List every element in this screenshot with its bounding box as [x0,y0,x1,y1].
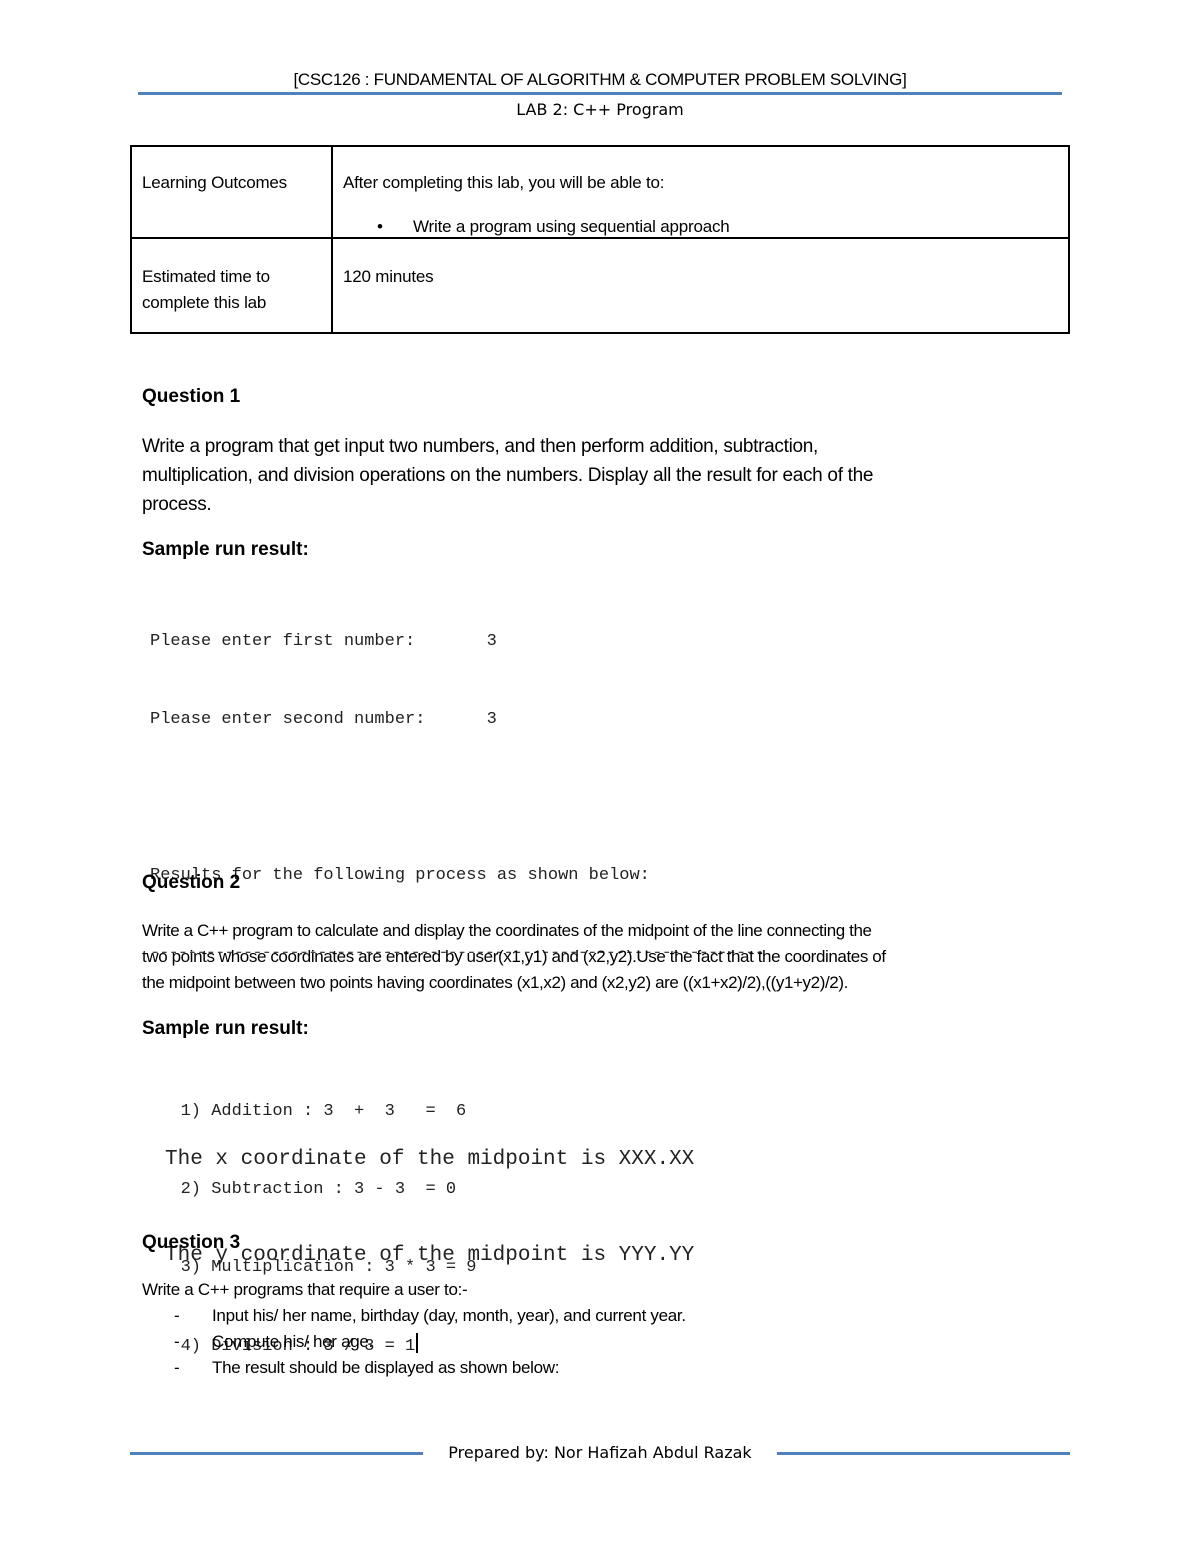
bullet-icon: • [377,217,383,236]
question-3-heading: Question 3 [142,1232,241,1253]
list-item-text: Input his/ her name, birthday (day, mont… [212,1306,686,1325]
question-2-body-line: the midpoint between two points having c… [142,973,848,992]
question-2-sample-label: Sample run result: [142,1018,309,1039]
header-divider [138,92,1062,95]
dash-bullet-icon: - [174,1306,180,1325]
question-2-body: Write a C++ program to calculate and dis… [142,918,1062,996]
question-3-intro: Write a C++ programs that require a user… [142,1280,468,1299]
list-item-text: Compute his/ her age. [212,1332,373,1351]
dash-bullet-icon: - [174,1332,180,1351]
console-line: Please enter first number: 3 [150,632,497,651]
estimated-time-label-line: complete this lab [142,293,267,312]
footer-divider-left [130,1452,423,1455]
learning-outcome-item: • Write a program using sequential appro… [343,217,1058,237]
console-line: Please enter second number: 3 [150,710,497,729]
learning-outcomes-label: Learning Outcomes [130,145,333,239]
question-2-sample-output: The x coordinate of the midpoint is XXX.… [165,1080,694,1304]
question-3-list-item: - The result should be displayed as show… [142,1355,686,1381]
question-1-body-line: process. [142,494,212,515]
question-2-body-line: two points whose coordinates are entered… [142,947,886,966]
console-line: The x coordinate of the midpoint is XXX.… [165,1148,695,1171]
lab-title: LAB 2: C++ Program [516,100,684,119]
footer-prepared-by: Prepared by: Nor Hafizah Abdul Razak [448,1443,752,1462]
dash-bullet-icon: - [174,1358,180,1377]
learning-outcomes-value: After completing this lab, you will be a… [331,145,1070,239]
question-3-body: Write a C++ programs that require a user… [142,1277,686,1381]
question-1-sample-label: Sample run result: [142,539,309,560]
learning-outcomes-intro: After completing this lab, you will be a… [343,173,665,192]
question-1-body-line: multiplication, and division operations … [142,465,874,486]
table-row-estimated-time: Estimated time to complete this lab 120 … [130,237,1070,334]
estimated-time-label: Estimated time to complete this lab [130,237,333,334]
question-2-heading: Question 2 [142,872,241,893]
question-1-heading: Question 1 [142,386,241,407]
question-1-body: Write a program that get input two numbe… [142,432,1042,519]
list-item-text: The result should be displayed as shown … [212,1358,560,1377]
question-3-list-item: - Input his/ her name, birthday (day, mo… [142,1303,686,1329]
question-3-list-item: - Compute his/ her age. [142,1329,686,1355]
footer-divider-right [777,1452,1070,1455]
estimated-time-value: 120 minutes [331,237,1070,334]
estimated-time-label-line: Estimated time to [142,267,270,286]
course-title: [CSC126 : FUNDAMENTAL OF ALGORITHM & COM… [293,70,907,89]
console-line: The y coordinate of the midpoint is YYY.… [165,1244,695,1267]
table-row-learning-outcomes: Learning Outcomes After completing this … [130,145,1070,239]
question-1-body-line: Write a program that get input two numbe… [142,436,819,457]
learning-outcome-text: Write a program using sequential approac… [413,217,730,236]
lab-info-table: Learning Outcomes After completing this … [130,145,1070,334]
question-2-body-line: Write a C++ program to calculate and dis… [142,921,872,940]
console-line: Results for the following process as sho… [150,866,650,885]
